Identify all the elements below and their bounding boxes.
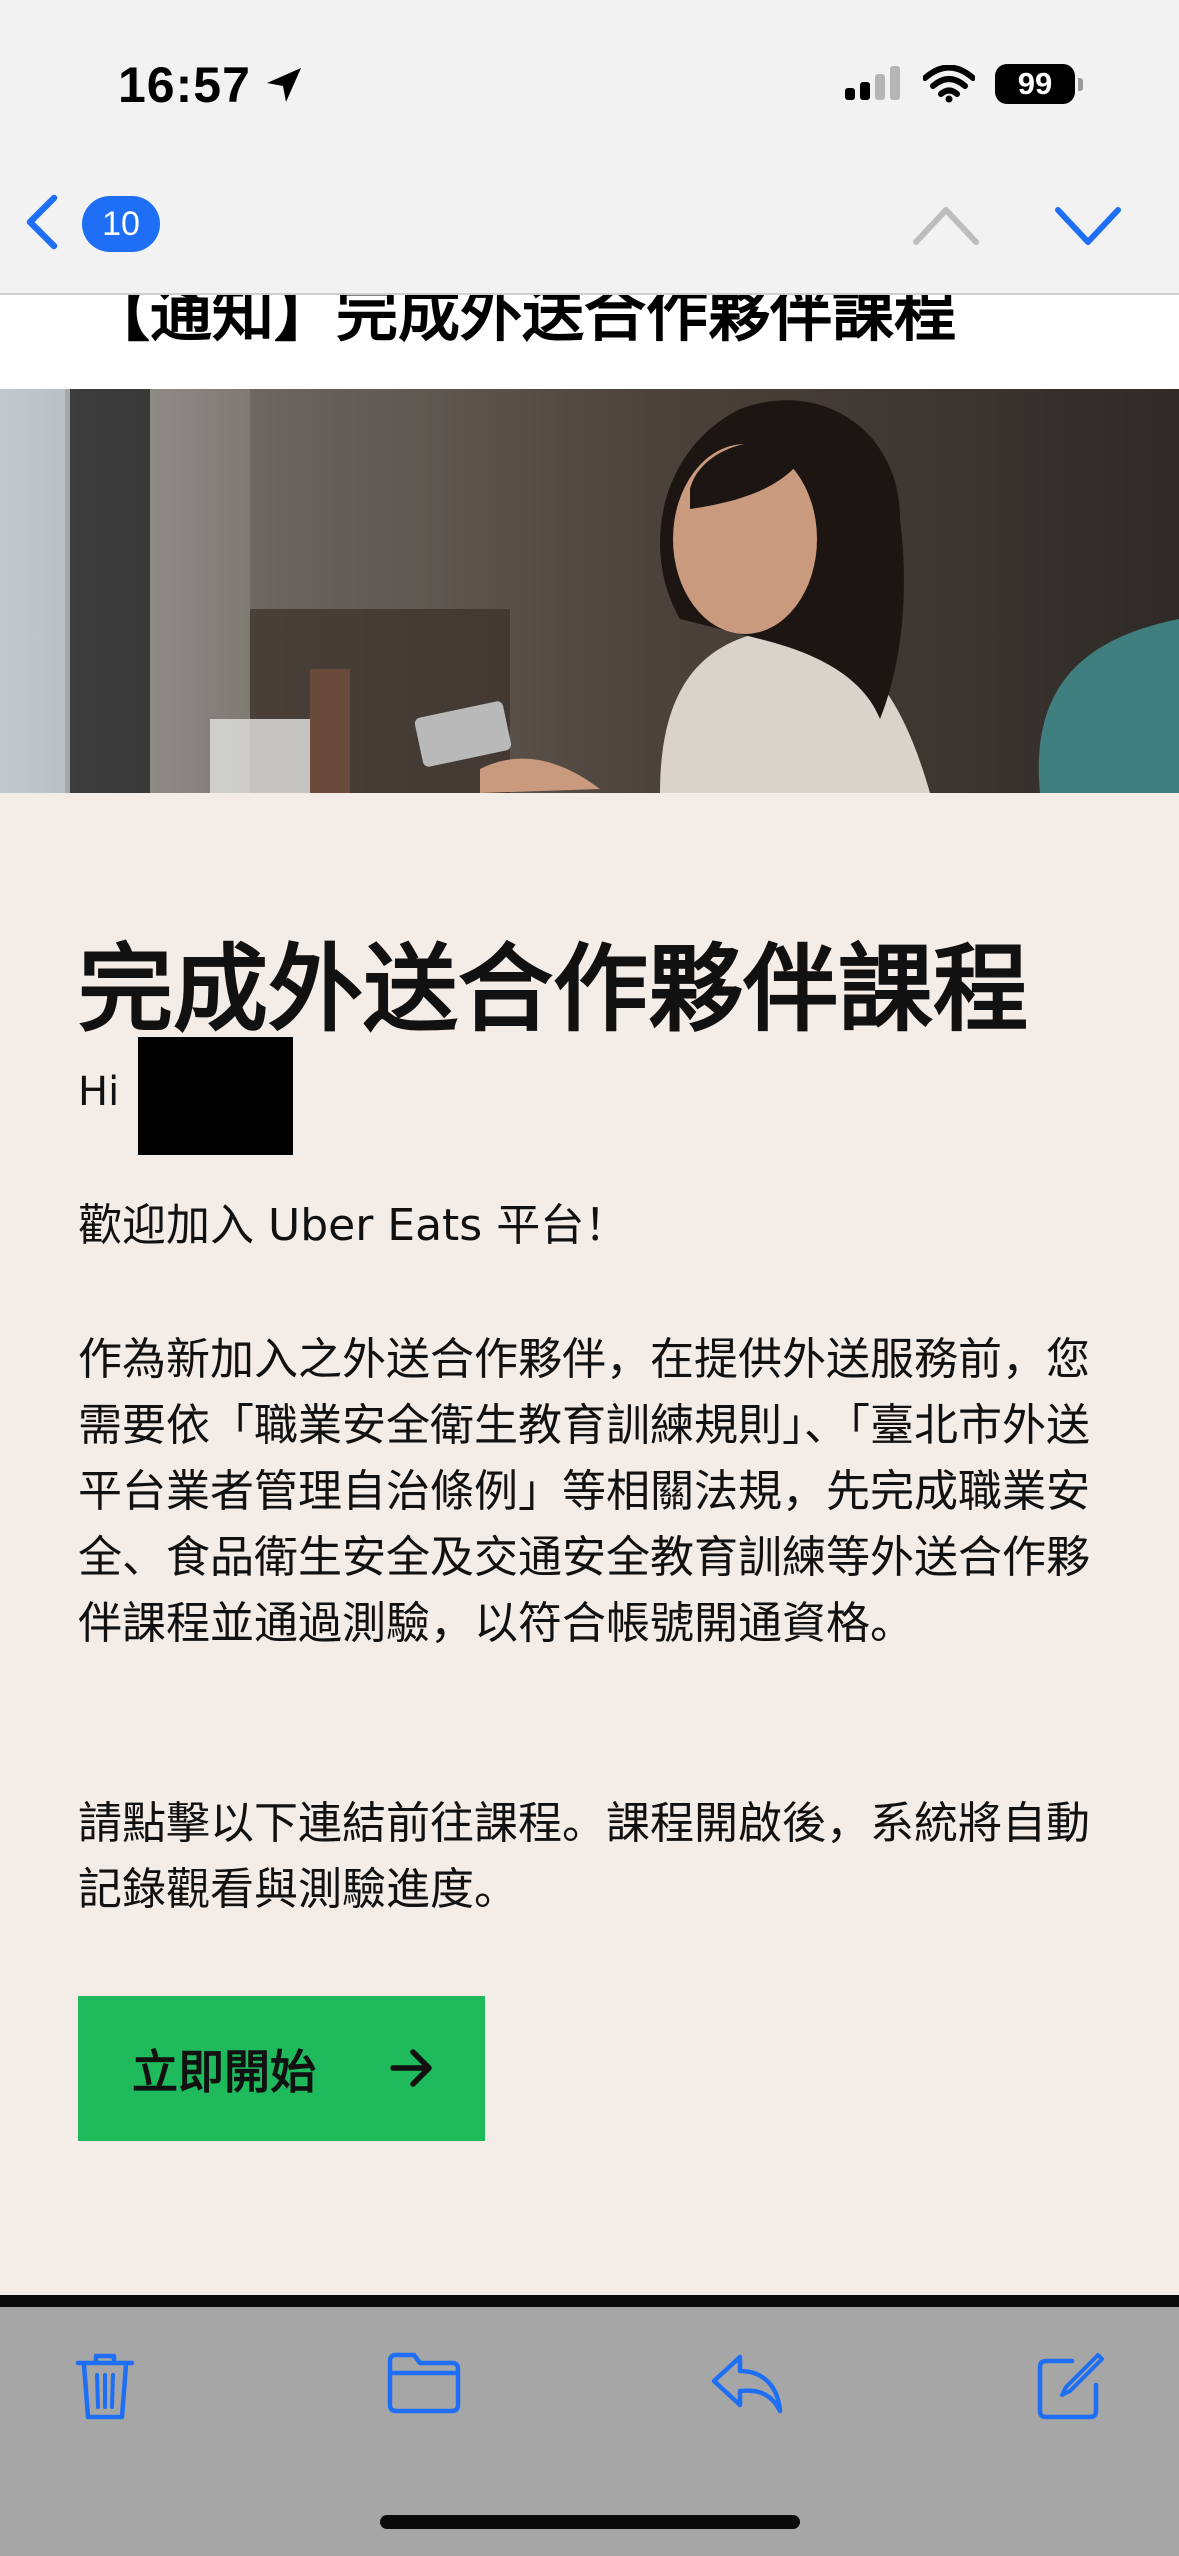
greeting-text: Hi <box>78 1069 120 1115</box>
hero-image <box>0 389 1179 793</box>
subject-strip: 【通知】完成外送合作夥伴課程 <box>0 295 1179 389</box>
redacted-name <box>138 1037 293 1155</box>
arrow-right-icon <box>389 2046 437 2094</box>
status-indicators: 99 <box>845 64 1083 104</box>
folder-icon <box>386 2351 462 2415</box>
welcome-text: 歡迎加入 Uber Eats 平台！ <box>78 1200 629 1251</box>
delete-button[interactable] <box>74 2351 136 2423</box>
email-headline: 完成外送合作夥伴課程 <box>78 935 1029 1045</box>
cellular-signal-icon <box>845 66 903 102</box>
bottom-toolbar <box>0 2307 1179 2556</box>
move-to-folder-button[interactable] <box>386 2351 462 2415</box>
back-button[interactable]: 10 <box>22 192 160 256</box>
previous-message-button[interactable] <box>910 198 982 256</box>
instruction-paragraph: 請點擊以下連結前往課程。課程開啟後，系統將自動記錄觀看與測驗進度。 <box>78 1798 1090 1915</box>
status-time: 16:57 <box>118 57 251 113</box>
unread-count-badge: 10 <box>82 196 160 252</box>
chevron-left-icon <box>22 192 62 256</box>
wifi-icon <box>923 65 975 103</box>
compose-button[interactable] <box>1036 2351 1106 2421</box>
start-now-button[interactable]: 立即開始 <box>78 1996 485 2141</box>
mail-nav-bar: 10 <box>0 170 1179 295</box>
chevron-down-icon <box>1052 207 1124 256</box>
status-bar: 16:57 99 <box>0 0 1179 170</box>
reply-button[interactable] <box>710 2351 784 2417</box>
location-arrow-icon <box>263 64 305 106</box>
body-paragraph: 作為新加入之外送合作夥伴，在提供外送服務前，您需要依「職業安全衛生教育訓練規則」… <box>78 1334 1090 1649</box>
toolbar-divider <box>0 2295 1179 2307</box>
next-message-button[interactable] <box>1052 198 1124 256</box>
reply-icon <box>710 2351 784 2417</box>
status-time-group: 16:57 <box>118 56 305 114</box>
home-indicator[interactable] <box>380 2515 800 2529</box>
compose-icon <box>1036 2351 1106 2421</box>
email-subject: 【通知】完成外送合作夥伴課程 <box>88 295 957 350</box>
trash-icon <box>74 2351 136 2423</box>
battery-icon: 99 <box>995 64 1083 104</box>
email-body: 完成外送合作夥伴課程 Hi 歡迎加入 Uber Eats 平台！ 作為新加入之外… <box>0 793 1179 2295</box>
chevron-up-icon <box>910 207 982 256</box>
start-now-label: 立即開始 <box>132 2044 316 2099</box>
